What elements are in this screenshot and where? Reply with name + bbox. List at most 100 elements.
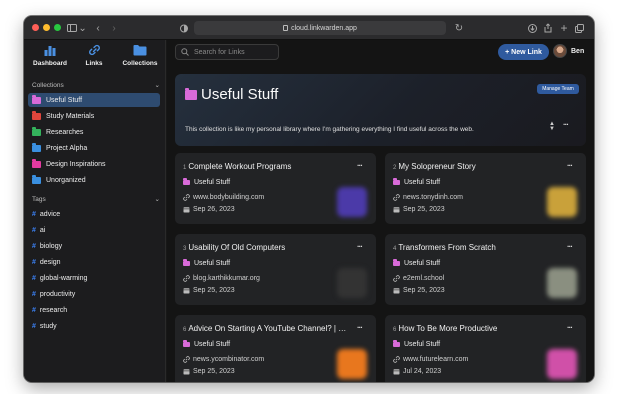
refresh-icon[interactable]: ↻: [454, 21, 464, 35]
sidebar-collection-study-materials[interactable]: Study Materials: [28, 109, 160, 123]
link-card-collection[interactable]: Useful Stuff: [183, 178, 230, 186]
sidebar-collection-project-alpha[interactable]: Project Alpha: [28, 141, 160, 155]
link-card-url[interactable]: www.futurelearn.com: [393, 356, 468, 363]
more-options-icon[interactable]: ···: [357, 161, 363, 170]
nav-dashboard[interactable]: Dashboard: [28, 44, 72, 74]
forward-icon[interactable]: ›: [110, 21, 118, 35]
tab-overview-icon[interactable]: [574, 21, 584, 35]
lock-icon: [283, 25, 289, 31]
link-card-date-text: Sep 26, 2023: [193, 206, 235, 213]
calendar-icon: [183, 206, 190, 213]
top-navigation: Dashboard Links Collections: [24, 40, 166, 76]
collections-section-header[interactable]: Collections ⌄: [32, 80, 160, 90]
link-card-date-text: Sep 25, 2023: [403, 287, 445, 294]
nav-collections[interactable]: Collections: [118, 44, 162, 74]
link-card-title-text: Complete Workout Programs: [188, 162, 292, 171]
more-options-icon[interactable]: ···: [567, 323, 573, 332]
sort-icon[interactable]: ▲ ▼: [549, 121, 555, 132]
more-options-icon[interactable]: ···: [567, 161, 573, 170]
sidebar-tag-advice[interactable]: # advice: [32, 208, 60, 220]
link-card[interactable]: 2 My Solopreneur Story ··· Useful Stuff news…: [385, 153, 586, 224]
chevron-down-icon[interactable]: ⌄: [78, 21, 86, 35]
link-card-url[interactable]: www.bodybuilding.com: [183, 194, 264, 201]
shield-icon[interactable]: [179, 21, 189, 35]
link-card-collection[interactable]: Useful Stuff: [183, 259, 231, 267]
search-input[interactable]: Search for Links: [175, 44, 279, 60]
link-card-title[interactable]: 1 Complete Workout Programs: [183, 162, 351, 171]
link-card[interactable]: 6 How To Be More Productive ··· Useful Stuf…: [385, 315, 586, 382]
link-icon: [393, 194, 400, 201]
tag-label: productivity: [39, 290, 76, 298]
sidebar-tag-research[interactable]: # research: [32, 304, 67, 316]
nav-links-label: Links: [85, 60, 103, 67]
link-card-title[interactable]: 6 How To Be More Productive: [393, 324, 561, 333]
link-icon: [393, 275, 400, 282]
sidebar-tag-global-warming[interactable]: # global-warming: [32, 272, 87, 284]
link-card[interactable]: 3 Usability Of Old Computers ··· Useful Stu…: [175, 234, 376, 305]
manage-team-button[interactable]: Manage Team: [537, 84, 579, 94]
link-card-collection[interactable]: Useful Stuff: [393, 259, 440, 267]
tag-label: global-warming: [39, 274, 88, 282]
minimize-window-button[interactable]: [43, 24, 50, 31]
close-window-button[interactable]: [32, 24, 39, 31]
sidebar-collection-label: Useful Stuff: [46, 96, 83, 104]
link-card-collection[interactable]: Useful Stuff: [393, 178, 440, 186]
sidebar-tag-biology[interactable]: # biology: [32, 240, 62, 252]
link-card-title[interactable]: 6 Advice On Starting A YouTube Channel? |…: [183, 324, 351, 333]
sidebar-toggle-icon[interactable]: [66, 21, 78, 35]
link-card-date-text: Jul 24, 2023: [403, 368, 442, 375]
tag-label: biology: [39, 242, 63, 250]
sidebar-tag-study[interactable]: # study: [32, 320, 57, 332]
sidebar-collection-researches[interactable]: Researches: [28, 125, 160, 139]
download-icon[interactable]: [527, 21, 537, 35]
sidebar-tag-design[interactable]: # design: [32, 256, 61, 268]
sidebar-collection-label: Design Inspirations: [46, 160, 106, 168]
new-link-button[interactable]: + New Link: [498, 44, 549, 60]
link-card-title[interactable]: 2 My Solopreneur Story: [393, 162, 561, 171]
link-card-title[interactable]: 3 Usability Of Old Computers: [183, 243, 351, 252]
link-card-url[interactable]: news.tonydinh.com: [393, 194, 463, 201]
nav-links[interactable]: Links: [72, 44, 116, 74]
link-card-url[interactable]: news.ycombinator.com: [183, 356, 264, 363]
collection-header-card: Useful Stuff Manage Team This collection…: [175, 74, 586, 146]
sidebar-collection-unorganized[interactable]: Unorganized: [28, 173, 160, 187]
link-card[interactable]: 6 Advice On Starting A YouTube Channel? |…: [175, 315, 376, 382]
link-card-collection[interactable]: Useful Stuff: [393, 340, 440, 348]
link-card-thumbnail: [547, 268, 577, 298]
username[interactable]: Ben: [571, 48, 584, 55]
link-card-title[interactable]: 4 Transformers From Scratch: [393, 243, 561, 252]
more-options-icon[interactable]: ···: [563, 120, 569, 129]
zoom-window-button[interactable]: [54, 24, 61, 31]
link-card-url[interactable]: e2eml.school: [393, 275, 444, 282]
more-options-icon[interactable]: ···: [357, 242, 363, 251]
chevron-down-icon: ⌄: [154, 196, 160, 203]
sidebar-tag-productivity[interactable]: # productivity: [32, 288, 75, 300]
sidebar-collection-useful-stuff[interactable]: Useful Stuff: [28, 93, 160, 107]
link-card[interactable]: 4 Transformers From Scratch ··· Useful Stuf…: [385, 234, 586, 305]
link-card[interactable]: 1 Complete Workout Programs ··· Useful Stuf…: [175, 153, 376, 224]
link-card-collection[interactable]: Useful Stuff: [183, 340, 231, 348]
link-card-title-text: Usability Of Old Computers: [188, 243, 286, 252]
link-card-url[interactable]: blog.karthikkumar.org: [183, 275, 260, 282]
more-options-icon[interactable]: ···: [357, 323, 363, 332]
folder-icon: [32, 111, 41, 120]
avatar[interactable]: [553, 44, 567, 58]
calendar-icon: [183, 368, 190, 375]
link-card-collection-label: Useful Stuff: [194, 341, 231, 348]
more-options-icon[interactable]: ···: [567, 242, 573, 251]
back-icon[interactable]: ‹: [94, 21, 102, 35]
address-bar[interactable]: cloud.linkwarden.app: [194, 21, 446, 35]
search-placeholder: Search for Links: [194, 48, 245, 56]
link-card-date: Jul 24, 2023: [393, 368, 441, 375]
link-card-collection-label: Useful Stuff: [194, 260, 231, 267]
link-card-index: 6: [393, 327, 397, 333]
link-icon: [88, 44, 100, 56]
folder-icon: [32, 159, 41, 168]
new-tab-icon[interactable]: +: [559, 21, 569, 35]
sidebar-tag-ai[interactable]: # ai: [32, 224, 45, 236]
link-card-thumbnail: [337, 268, 367, 298]
share-icon[interactable]: [543, 21, 553, 35]
tags-section-header[interactable]: Tags ⌄: [32, 194, 160, 204]
sidebar-collection-design-inspirations[interactable]: Design Inspirations: [28, 157, 160, 171]
dashboard-icon: [44, 46, 56, 56]
